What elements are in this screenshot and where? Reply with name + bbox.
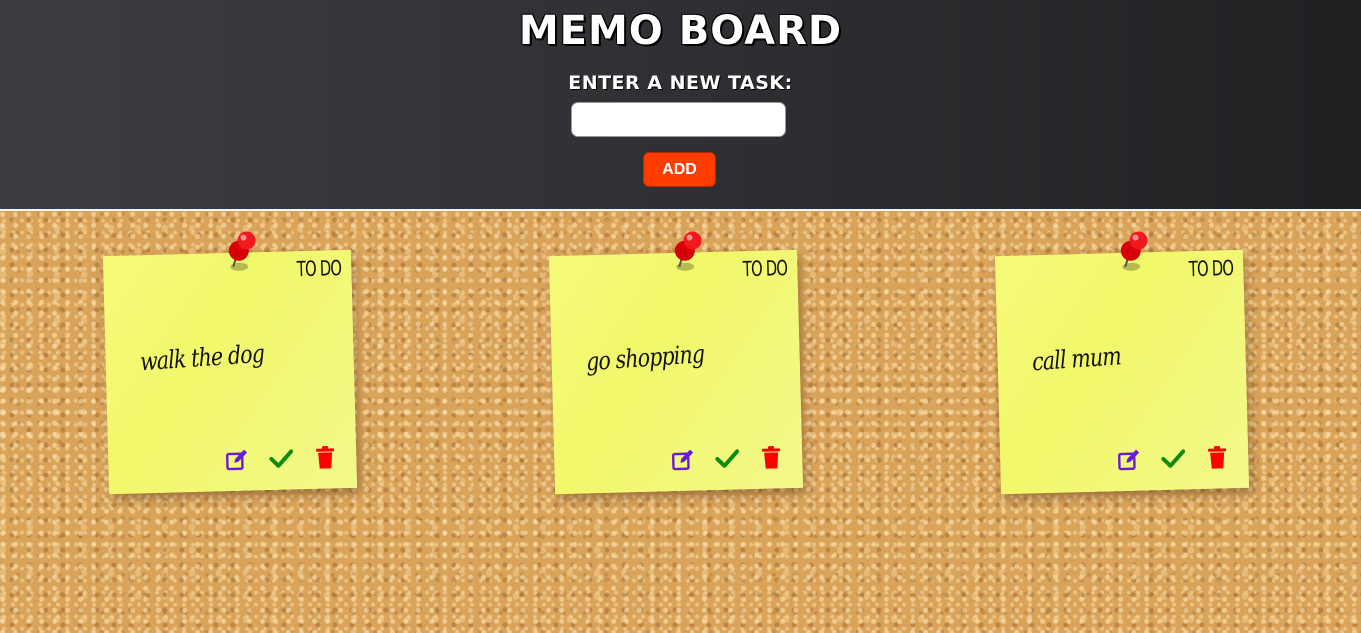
push-pin-icon	[228, 231, 256, 271]
edit-icon	[1117, 449, 1140, 471]
delete-button[interactable]	[310, 444, 341, 471]
note-text: call mum	[1031, 341, 1122, 377]
complete-button[interactable]	[266, 445, 297, 472]
sticky-note: TO DO go shopping	[548, 231, 804, 495]
note-status: TO DO	[296, 256, 342, 282]
complete-button[interactable]	[712, 445, 743, 472]
trash-icon	[1208, 445, 1227, 469]
push-pin-icon	[1120, 231, 1148, 271]
note-status: TO DO	[742, 256, 788, 282]
sticky-note: TO DO walk the dog	[102, 231, 358, 495]
trash-icon	[316, 445, 335, 469]
add-task-button[interactable]: ADD	[643, 152, 716, 187]
note-text: walk the dog	[139, 338, 265, 377]
cork-board: TO DO walk the dog TO DO go shopping TO …	[0, 211, 1361, 633]
note-status: TO DO	[1188, 256, 1234, 282]
note-actions	[222, 444, 341, 473]
edit-button[interactable]	[222, 446, 253, 473]
delete-button[interactable]	[1202, 444, 1233, 471]
note-actions	[1114, 444, 1233, 473]
edit-button[interactable]	[1114, 446, 1145, 473]
complete-button[interactable]	[1158, 445, 1189, 472]
note-actions	[668, 444, 787, 473]
app-title: MEMO BOARD	[518, 8, 843, 54]
push-pin-icon	[674, 231, 702, 271]
app-header: MEMO BOARD ENTER A NEW TASK: ADD	[0, 0, 1361, 211]
trash-icon	[762, 445, 781, 469]
edit-icon	[225, 449, 248, 471]
check-icon	[715, 449, 740, 468]
edit-button[interactable]	[668, 446, 699, 473]
check-icon	[1161, 449, 1186, 468]
delete-button[interactable]	[756, 444, 787, 471]
check-icon	[269, 449, 294, 468]
new-task-input[interactable]	[571, 102, 786, 137]
new-task-label: ENTER A NEW TASK:	[568, 72, 793, 94]
note-text: go shopping	[585, 339, 705, 377]
sticky-note: TO DO call mum	[994, 231, 1250, 495]
edit-icon	[671, 449, 694, 471]
